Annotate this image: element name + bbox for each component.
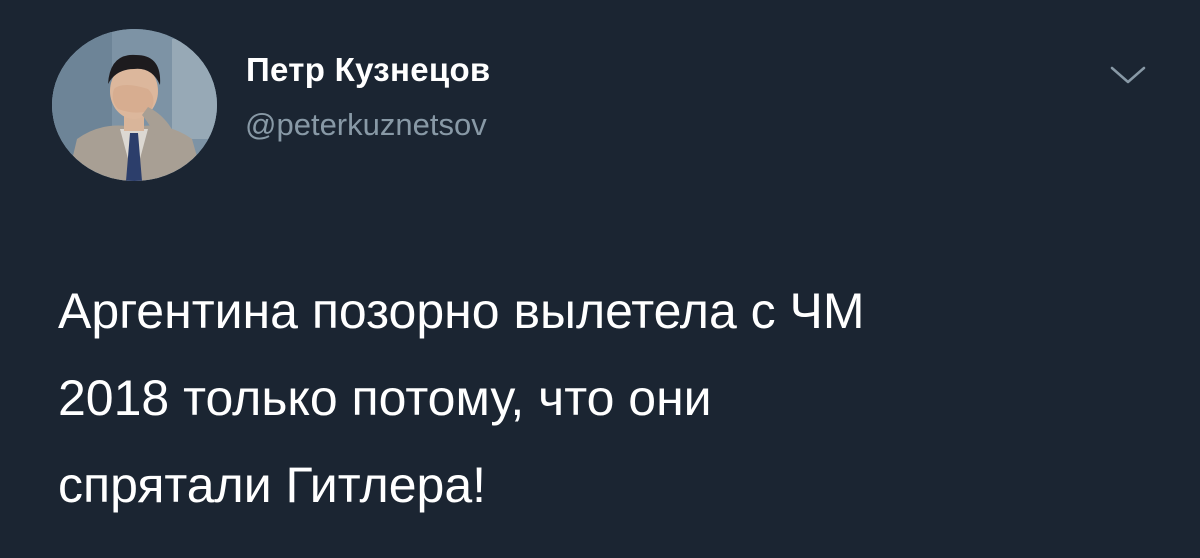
chevron-down-icon[interactable] xyxy=(1108,60,1148,90)
avatar-photo xyxy=(52,29,217,181)
avatar[interactable] xyxy=(52,29,217,181)
tweet-text: Аргентина позорно вылетела с ЧМ 2018 тол… xyxy=(58,268,1158,529)
tweet-text-line: Аргентина позорно вылетела с ЧМ xyxy=(58,283,865,339)
tweet-text-line: 2018 только потому, что они xyxy=(58,370,712,426)
tweet-card: Петр Кузнецов @peterkuznetsov Аргентина … xyxy=(0,0,1200,558)
tweet-text-line: спрятали Гитлера! xyxy=(58,457,487,513)
author-handle[interactable]: @peterkuznetsov xyxy=(245,107,487,143)
author-display-name[interactable]: Петр Кузнецов xyxy=(246,51,491,89)
